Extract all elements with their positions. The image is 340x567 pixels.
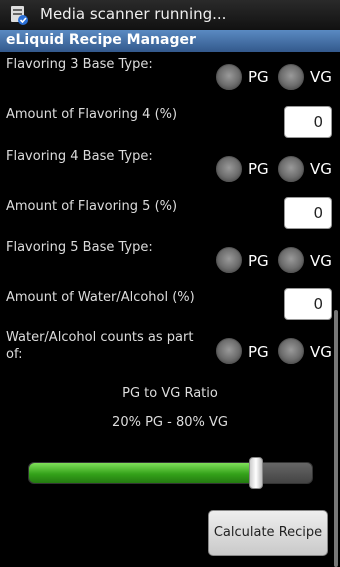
flavoring4-amount-label: Amount of Flavoring 4 (%) — [6, 107, 178, 122]
flavoring5-pg-radio[interactable] — [216, 247, 242, 273]
flavoring5-amount-field[interactable]: 0 — [284, 197, 332, 229]
app-title: eLiquid Recipe Manager — [6, 32, 196, 48]
water-vg-radio[interactable] — [278, 338, 304, 364]
scrollbar[interactable] — [334, 310, 338, 567]
calculate-recipe-button[interactable]: Calculate Recipe — [208, 510, 328, 556]
flavoring4-vg-label: VG — [310, 160, 332, 178]
app-title-bar: eLiquid Recipe Manager — [0, 30, 340, 52]
flavoring4-amount-field[interactable]: 0 — [284, 106, 332, 138]
media-scanner-icon — [11, 6, 28, 25]
status-notification-text: Media scanner running... — [40, 5, 227, 23]
flavoring3-base-label: Flavoring 3 Base Type: — [6, 57, 153, 72]
status-bar: Media scanner running... — [0, 0, 340, 31]
water-counts-label-line1: Water/Alcohol counts as part — [6, 330, 194, 345]
flavoring5-vg-radio[interactable] — [278, 247, 304, 273]
ratio-slider-fill — [29, 463, 257, 483]
flavoring5-amount-label: Amount of Flavoring 5 (%) — [6, 199, 178, 214]
flavoring4-base-label: Flavoring 4 Base Type: — [6, 149, 153, 164]
water-amount-label: Amount of Water/Alcohol (%) — [6, 290, 195, 305]
ratio-slider-thumb[interactable] — [249, 457, 263, 489]
flavoring5-pg-label: PG — [248, 252, 269, 270]
flavoring3-pg-label: PG — [248, 68, 269, 86]
water-pg-label: PG — [248, 343, 269, 361]
flavoring5-vg-label: VG — [310, 252, 332, 270]
flavoring4-pg-label: PG — [248, 160, 269, 178]
water-vg-label: VG — [310, 343, 332, 361]
flavoring5-base-label: Flavoring 5 Base Type: — [6, 240, 153, 255]
water-amount-field[interactable]: 0 — [284, 288, 332, 320]
flavoring3-vg-radio[interactable] — [278, 64, 304, 90]
flavoring3-vg-label: VG — [310, 68, 332, 86]
ratio-slider[interactable] — [28, 462, 313, 484]
flavoring4-pg-radio[interactable] — [216, 156, 242, 182]
water-counts-label-line2: of: — [6, 347, 23, 362]
flavoring4-vg-radio[interactable] — [278, 156, 304, 182]
ratio-title: PG to VG Ratio — [122, 386, 218, 401]
flavoring3-pg-radio[interactable] — [216, 64, 242, 90]
water-pg-radio[interactable] — [216, 338, 242, 364]
recipe-form[interactable]: Flavoring 3 Base Type: PG VG Amount of F… — [0, 52, 340, 567]
ratio-value: 20% PG - 80% VG — [112, 415, 228, 430]
